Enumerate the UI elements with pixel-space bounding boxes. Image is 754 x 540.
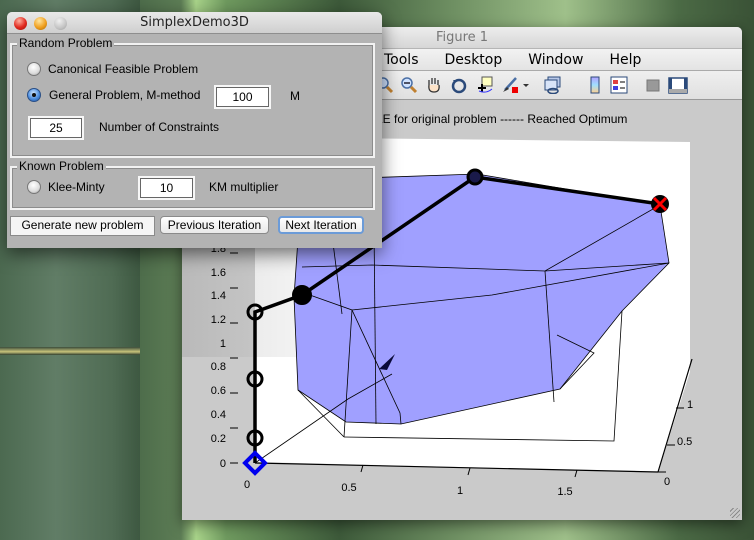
general-radio[interactable] xyxy=(27,88,41,102)
pan-hand-icon[interactable] xyxy=(425,76,443,94)
x-tick-label: 1 xyxy=(457,485,463,497)
z-tick-label: 0.2 xyxy=(211,433,226,445)
menu-window[interactable]: Window xyxy=(528,52,583,68)
figure-status-text: BLE for original problem ------ Reached … xyxy=(368,112,628,126)
z-tick-label: 0.8 xyxy=(211,361,226,373)
m-label: M xyxy=(290,89,300,103)
x-tick-label: 1.5 xyxy=(557,486,572,498)
menu-desktop[interactable]: Desktop xyxy=(445,52,503,68)
random-problem-legend: Random Problem xyxy=(17,36,115,50)
z-tick-label: 1.2 xyxy=(211,314,226,326)
link-plot-icon[interactable] xyxy=(544,76,562,94)
show-plot-tools-icon[interactable] xyxy=(668,76,688,94)
z-tick-label: 0 xyxy=(220,458,226,470)
z-tick-label: 0.6 xyxy=(211,385,226,397)
hide-plot-tools-icon[interactable] xyxy=(644,76,662,94)
z-tick-label: 1 xyxy=(220,338,226,350)
path-vertex[interactable] xyxy=(466,168,484,186)
klee-minty-label[interactable]: Klee-Minty xyxy=(48,180,105,194)
dialog-title: SimplexDemo3D xyxy=(140,15,249,30)
random-problem-panel: Random Problem Canonical Feasible Proble… xyxy=(10,36,375,158)
m-value-input[interactable]: 100 xyxy=(214,85,271,109)
zoom-button[interactable] xyxy=(54,17,67,30)
next-iteration-button[interactable]: Next Iteration xyxy=(278,216,364,234)
y-tick-label: 1 xyxy=(687,399,693,411)
dialog-titlebar: SimplexDemo3D xyxy=(7,12,382,34)
constraints-label: Number of Constraints xyxy=(99,120,220,134)
menu-help[interactable]: Help xyxy=(609,52,641,68)
generate-problem-button[interactable]: Generate new problem xyxy=(10,216,155,236)
legend-icon[interactable] xyxy=(610,76,628,94)
brush-dropdown-icon[interactable] xyxy=(522,76,530,94)
simplex-dialog: SimplexDemo3D Random Problem Canonical F… xyxy=(7,12,382,248)
window-resize-grip[interactable] xyxy=(730,508,740,518)
brush-icon[interactable] xyxy=(501,76,519,94)
data-cursor-icon[interactable] xyxy=(476,76,494,94)
x-axis: 0 0.5 1 1.5 xyxy=(244,464,578,498)
z-tick-label: 0.4 xyxy=(211,409,226,421)
menu-tools[interactable]: Tools xyxy=(384,52,419,68)
canonical-label[interactable]: Canonical Feasible Problem xyxy=(48,62,198,76)
known-problem-panel: Known Problem Klee-Minty 10 KM multiplie… xyxy=(10,159,375,210)
canonical-radio[interactable] xyxy=(27,62,41,76)
desktop-background-detail xyxy=(0,347,140,355)
close-button[interactable] xyxy=(14,17,27,30)
y-tick-label: 0 xyxy=(664,476,670,488)
km-multiplier-label: KM multiplier xyxy=(209,180,279,194)
z-tick-label: 1.6 xyxy=(211,267,226,279)
previous-iteration-button[interactable]: Previous Iteration xyxy=(160,216,269,234)
z-tick-label: 1.4 xyxy=(211,290,226,302)
colorbar-icon[interactable] xyxy=(586,76,604,94)
zoom-out-icon[interactable] xyxy=(400,76,418,94)
km-multiplier-input[interactable]: 10 xyxy=(138,176,195,200)
path-vertex[interactable] xyxy=(292,285,312,305)
klee-minty-radio[interactable] xyxy=(27,180,41,194)
general-label[interactable]: General Problem, M-method xyxy=(49,88,200,102)
x-tick-label: 0.5 xyxy=(341,482,356,494)
minimize-button[interactable] xyxy=(34,17,47,30)
y-tick-label: 0.5 xyxy=(677,436,692,448)
constraints-input[interactable]: 25 xyxy=(28,116,84,140)
known-problem-legend: Known Problem xyxy=(17,159,106,173)
x-tick-label: 0 xyxy=(244,479,250,491)
rotate-3d-icon[interactable] xyxy=(450,76,468,94)
